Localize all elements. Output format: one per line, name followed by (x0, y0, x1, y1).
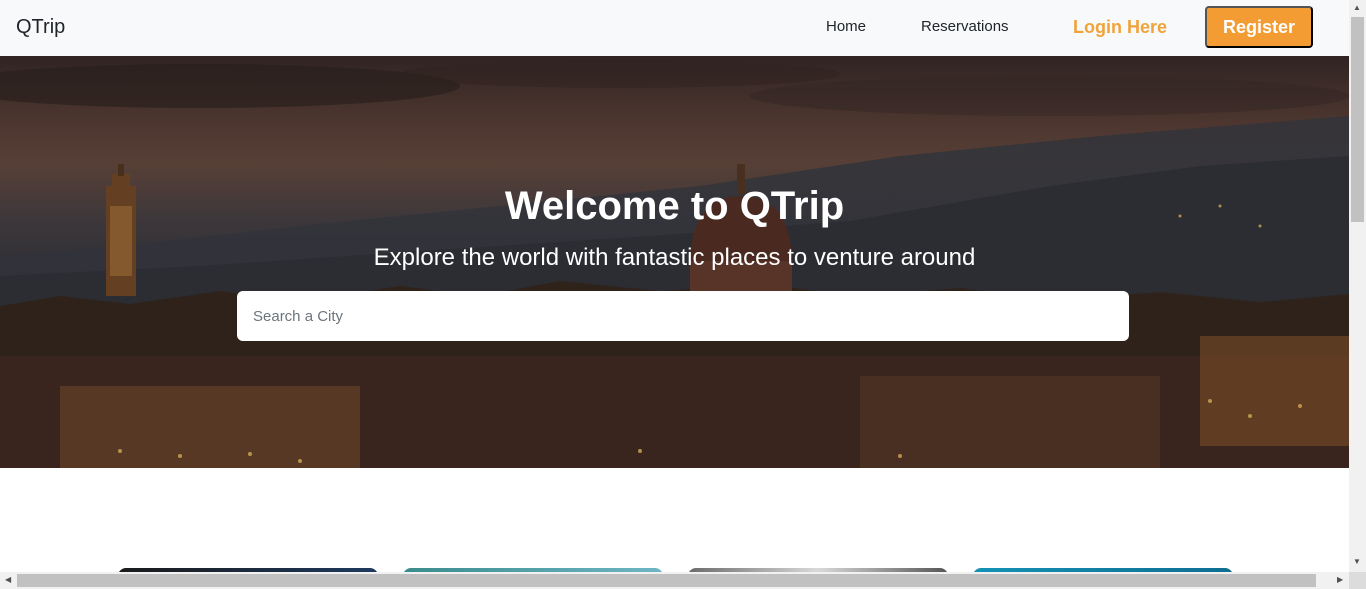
scroll-right-icon[interactable]: ▶ (1337, 576, 1343, 584)
brand-logo[interactable]: QTrip (16, 16, 65, 39)
hero-banner: Welcome to QTrip Explore the world with … (0, 56, 1349, 468)
scroll-down-icon[interactable]: ▼ (1353, 558, 1361, 566)
nav-home-link[interactable]: Home (826, 18, 866, 35)
horizontal-scrollbar-thumb[interactable] (17, 574, 1316, 587)
city-search-input[interactable] (237, 291, 1129, 341)
hero-title: Welcome to QTrip (504, 184, 845, 228)
nav-reservations-link[interactable]: Reservations (921, 18, 1009, 35)
page-viewport: QTrip Home Reservations Login Here Regis… (0, 0, 1349, 572)
scrollbar-corner (1349, 572, 1366, 589)
register-button[interactable]: Register (1205, 6, 1313, 48)
navbar: QTrip Home Reservations Login Here Regis… (0, 0, 1349, 56)
scroll-left-icon[interactable]: ◀ (5, 576, 11, 584)
vertical-scrollbar-thumb[interactable] (1351, 17, 1364, 222)
scroll-up-icon[interactable]: ▲ (1353, 4, 1361, 12)
hero-subtitle: Explore the world with fantastic places … (373, 244, 976, 271)
login-link[interactable]: Login Here (1073, 17, 1167, 38)
